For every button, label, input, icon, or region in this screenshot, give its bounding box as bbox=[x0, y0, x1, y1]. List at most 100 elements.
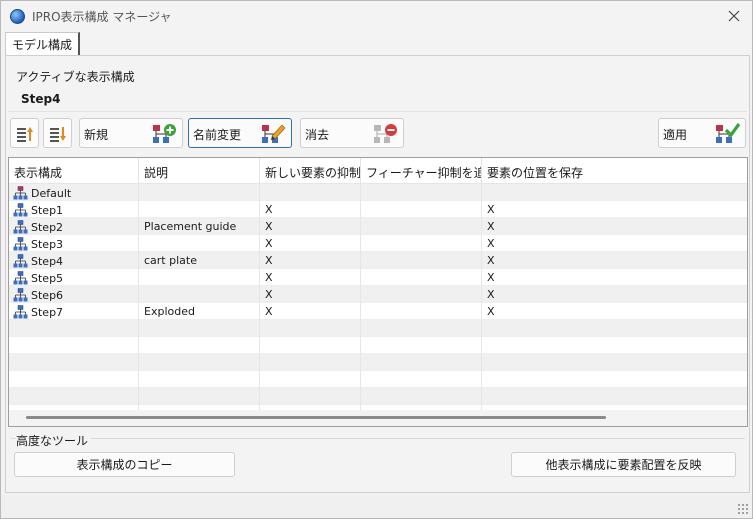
table-row[interactable]: Step7 Exploded X X bbox=[9, 303, 747, 320]
table-row[interactable]: Step4 cart plate X X bbox=[9, 252, 747, 269]
list-up-icon bbox=[17, 127, 33, 142]
description-cell[interactable]: Placement guide bbox=[139, 218, 260, 235]
config-table: 表示構成 説明 新しい要素の抑制 フィーチャー抑制を追跡 要素の位置を保存 De… bbox=[8, 157, 748, 427]
config-name-cell[interactable]: Default bbox=[9, 184, 139, 201]
config-name: Step2 bbox=[31, 221, 64, 234]
table-row[interactable]: Step2 Placement guide X X bbox=[9, 218, 747, 235]
track-feature-cell[interactable] bbox=[361, 235, 482, 252]
config-name-cell[interactable]: Step6 bbox=[9, 286, 139, 303]
save-position-cell[interactable]: X bbox=[482, 286, 747, 303]
config-tree-icon bbox=[13, 254, 28, 268]
status-bar bbox=[1, 494, 752, 518]
rename-button-label: 名前変更 bbox=[193, 128, 242, 142]
empty-row bbox=[9, 337, 747, 354]
suppress-new-cell[interactable]: X bbox=[260, 201, 361, 218]
save-position-cell[interactable]: X bbox=[482, 252, 747, 269]
resize-grip[interactable] bbox=[737, 503, 749, 515]
divider bbox=[10, 438, 745, 439]
add-config-icon bbox=[153, 124, 176, 143]
table-row[interactable]: Step1 X X bbox=[9, 201, 747, 218]
suppress-new-cell[interactable] bbox=[260, 184, 361, 201]
save-position-cell[interactable]: X bbox=[482, 269, 747, 286]
config-name: Step3 bbox=[31, 238, 64, 251]
suppress-new-cell[interactable]: X bbox=[260, 303, 361, 320]
config-tree-icon bbox=[13, 271, 28, 285]
track-feature-cell[interactable] bbox=[361, 269, 482, 286]
config-name-cell[interactable]: Step3 bbox=[9, 235, 139, 252]
window-title: IPRO表示構成 マネージャ bbox=[32, 10, 172, 24]
column-header-description[interactable]: 説明 bbox=[139, 158, 260, 184]
description-cell[interactable]: cart plate bbox=[139, 252, 260, 269]
config-name: Step1 bbox=[31, 204, 64, 217]
table-row[interactable]: Default bbox=[9, 184, 747, 201]
default-config-icon bbox=[13, 186, 28, 200]
save-position-cell[interactable] bbox=[482, 184, 747, 201]
description-cell[interactable]: Exploded bbox=[139, 303, 260, 320]
track-feature-cell[interactable] bbox=[361, 252, 482, 269]
config-tree-icon bbox=[13, 220, 28, 234]
suppress-new-cell[interactable]: X bbox=[260, 252, 361, 269]
new-button[interactable]: 新規 bbox=[79, 118, 183, 148]
description-cell[interactable] bbox=[139, 201, 260, 218]
active-config-label: アクティブな表示構成 bbox=[16, 70, 138, 84]
active-config-group: アクティブな表示構成 Step4 bbox=[8, 60, 747, 112]
config-name-cell[interactable]: Step5 bbox=[9, 269, 139, 286]
suppress-new-cell[interactable]: X bbox=[260, 218, 361, 235]
advanced-tools-group: 高度なツール 表示構成のコピー 他表示構成に要素配置を反映 bbox=[8, 432, 747, 492]
config-name: Step6 bbox=[31, 289, 64, 302]
divider bbox=[8, 111, 747, 112]
tab-panel: アクティブな表示構成 Step4 新規 名前変更 消去 適用 表示構成 説明 新… bbox=[5, 55, 750, 493]
suppress-new-cell[interactable]: X bbox=[260, 235, 361, 252]
column-header-suppress-new[interactable]: 新しい要素の抑制 bbox=[260, 158, 361, 184]
empty-row bbox=[9, 354, 747, 371]
rename-pencil-icon bbox=[262, 124, 286, 143]
tab-model-config[interactable]: モデル構成 bbox=[5, 32, 81, 56]
config-manager-window: IPRO表示構成 マネージャ モデル構成 アクティブな表示構成 Step4 新規… bbox=[0, 0, 753, 519]
track-feature-cell[interactable] bbox=[361, 184, 482, 201]
delete-button-label: 消去 bbox=[305, 128, 330, 142]
track-feature-cell[interactable] bbox=[361, 218, 482, 235]
config-name-cell[interactable]: Step4 bbox=[9, 252, 139, 269]
apply-button[interactable]: 適用 bbox=[658, 118, 746, 148]
move-down-button[interactable] bbox=[43, 118, 72, 148]
config-name: Step5 bbox=[31, 272, 64, 285]
description-cell[interactable] bbox=[139, 235, 260, 252]
move-up-button[interactable] bbox=[10, 118, 39, 148]
column-header-save-position[interactable]: 要素の位置を保存 bbox=[482, 158, 747, 184]
rename-button[interactable]: 名前変更 bbox=[188, 118, 292, 148]
column-header-track-feature[interactable]: フィーチャー抑制を追跡 bbox=[361, 158, 482, 184]
save-position-cell[interactable]: X bbox=[482, 218, 747, 235]
active-config-value: Step4 bbox=[21, 92, 61, 106]
track-feature-cell[interactable] bbox=[361, 303, 482, 320]
close-icon bbox=[728, 10, 740, 22]
config-name-cell[interactable]: Step1 bbox=[9, 201, 139, 218]
track-feature-cell[interactable] bbox=[361, 286, 482, 303]
table-header: 表示構成 説明 新しい要素の抑制 フィーチャー抑制を追跡 要素の位置を保存 bbox=[9, 158, 747, 184]
empty-row bbox=[9, 388, 747, 405]
table-row[interactable]: Step3 X X bbox=[9, 235, 747, 252]
config-name-cell[interactable]: Step2 bbox=[9, 218, 139, 235]
delete-config-icon bbox=[374, 124, 397, 143]
description-cell[interactable] bbox=[139, 269, 260, 286]
delete-button[interactable]: 消去 bbox=[300, 118, 404, 148]
horizontal-scrollbar[interactable] bbox=[9, 410, 747, 426]
reflect-placement-button[interactable]: 他表示構成に要素配置を反映 bbox=[511, 452, 736, 477]
save-position-cell[interactable]: X bbox=[482, 303, 747, 320]
description-cell[interactable] bbox=[139, 184, 260, 201]
app-icon bbox=[10, 9, 25, 24]
suppress-new-cell[interactable]: X bbox=[260, 269, 361, 286]
table-row[interactable]: Step6 X X bbox=[9, 286, 747, 303]
track-feature-cell[interactable] bbox=[361, 201, 482, 218]
save-position-cell[interactable]: X bbox=[482, 201, 747, 218]
column-header-config[interactable]: 表示構成 bbox=[9, 158, 139, 184]
suppress-new-cell[interactable]: X bbox=[260, 286, 361, 303]
scrollbar-thumb[interactable] bbox=[26, 416, 606, 419]
apply-check-icon bbox=[716, 123, 740, 143]
description-cell[interactable] bbox=[139, 286, 260, 303]
table-row[interactable]: Step5 X X bbox=[9, 269, 747, 286]
save-position-cell[interactable]: X bbox=[482, 235, 747, 252]
copy-config-button[interactable]: 表示構成のコピー bbox=[14, 452, 235, 477]
close-button[interactable] bbox=[720, 3, 748, 29]
toolbar: 新規 名前変更 消去 適用 bbox=[6, 118, 751, 154]
config-name-cell[interactable]: Step7 bbox=[9, 303, 139, 320]
